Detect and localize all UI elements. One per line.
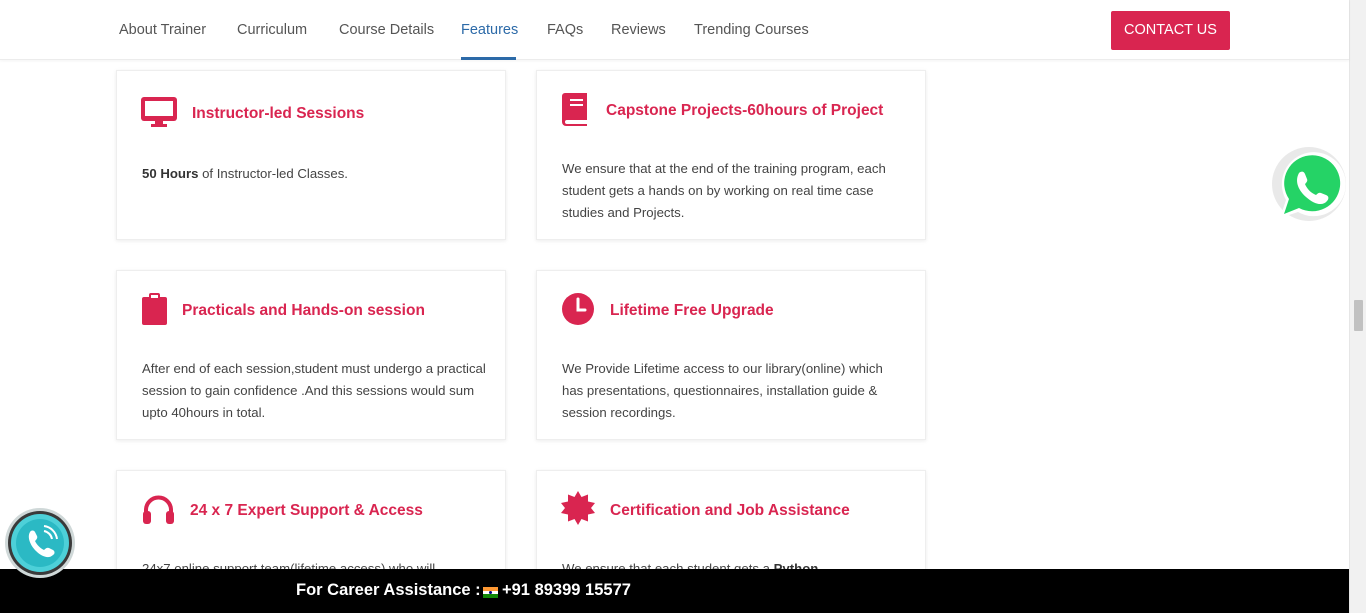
clock-icon	[562, 293, 594, 330]
feature-title: 24 x 7 Expert Support & Access	[190, 502, 423, 519]
feature-title: Practicals and Hands-on session	[182, 302, 425, 319]
feature-description: We Provide Lifetime access to our librar…	[562, 361, 883, 420]
career-assistance-label: For Career Assistance :	[296, 581, 481, 599]
nav-curriculum[interactable]: Curriculum	[237, 20, 307, 40]
career-phone-number[interactable]: +91 89399 15577	[502, 581, 631, 600]
phone-icon	[5, 508, 75, 578]
feature-title: Certification and Job Assistance	[610, 502, 850, 519]
feature-card-lifetime: Lifetime Free Upgrade We Provide Lifetim…	[536, 270, 926, 440]
nav-course-details[interactable]: Course Details	[339, 20, 434, 40]
feature-title: Lifetime Free Upgrade	[610, 302, 774, 319]
feature-text: of Instructor-led Classes.	[198, 166, 348, 181]
feature-description: We ensure that at the end of the trainin…	[562, 161, 886, 220]
contact-us-button[interactable]: CONTACT US	[1111, 11, 1230, 50]
nav-trending-courses[interactable]: Trending Courses	[694, 20, 809, 40]
certificate-icon	[561, 491, 595, 530]
whatsapp-button[interactable]	[1268, 146, 1348, 226]
call-button[interactable]	[4, 507, 76, 579]
monitor-icon	[141, 96, 177, 133]
top-nav: About Trainer Curriculum Course Details …	[0, 0, 1349, 60]
nav-about-trainer[interactable]: About Trainer	[119, 20, 206, 40]
active-tab-indicator	[461, 57, 516, 60]
nav-reviews[interactable]: Reviews	[611, 20, 666, 40]
hours-bold: 50 Hours	[142, 166, 199, 181]
feature-description: 50 Hours of Instructor-led Classes.	[142, 163, 482, 185]
feature-title: Capstone Projects-60hours of Project	[606, 102, 884, 119]
feature-title: Instructor-led Sessions	[192, 105, 365, 122]
scrollbar-thumb[interactable]	[1354, 300, 1363, 331]
nav-faqs[interactable]: FAQs	[547, 20, 583, 40]
feature-description: After end of each session,student must u…	[142, 361, 486, 420]
feature-card-capstone: Capstone Projects-60hours of Project We …	[536, 70, 926, 240]
career-assistance-bar: For Career Assistance : +91 89399 15577	[0, 569, 1349, 613]
whatsapp-icon	[1272, 147, 1346, 221]
headphones-icon	[142, 494, 175, 529]
page-scrollbar[interactable]	[1349, 0, 1366, 613]
india-flag-icon	[483, 587, 498, 598]
clipboard-icon	[142, 293, 167, 330]
nav-features[interactable]: Features	[461, 20, 518, 40]
book-icon	[562, 93, 590, 131]
feature-card-practicals: Practicals and Hands-on session After en…	[116, 270, 506, 440]
feature-card-instructor: Instructor-led Sessions 50 Hours of Inst…	[116, 70, 506, 240]
